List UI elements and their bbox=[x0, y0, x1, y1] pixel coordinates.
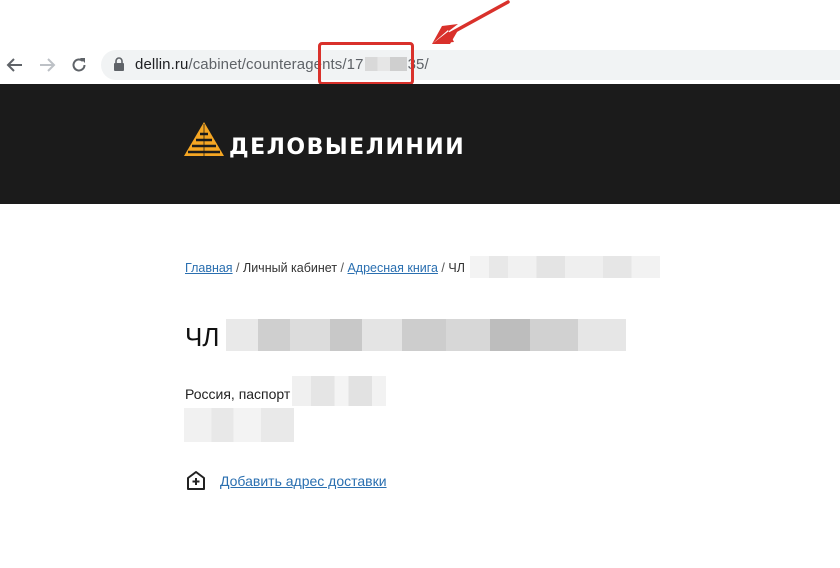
country-passport-text: Россия, паспорт bbox=[185, 386, 291, 402]
breadcrumb-current: ЧЛ bbox=[448, 261, 465, 275]
breadcrumb-separator: / bbox=[437, 261, 449, 275]
arrow-right-icon bbox=[40, 58, 56, 72]
page-title: ЧЛ bbox=[185, 322, 220, 352]
back-button[interactable] bbox=[4, 54, 26, 76]
breadcrumb-home-link[interactable]: Главная bbox=[185, 261, 233, 275]
breadcrumb-separator: / bbox=[232, 261, 243, 275]
arrow-left-icon bbox=[6, 58, 22, 72]
passport-redacted bbox=[292, 376, 386, 406]
passport-redacted-line2 bbox=[184, 408, 294, 442]
add-address-button[interactable]: Добавить адрес доставки bbox=[185, 470, 387, 492]
breadcrumb-addressbook-link[interactable]: Адресная книга bbox=[347, 261, 437, 275]
reload-icon bbox=[72, 58, 86, 72]
address-bar[interactable]: dellin.ru/cabinet/counteragents/17 35/ bbox=[101, 50, 840, 80]
breadcrumb-redacted bbox=[470, 256, 660, 278]
url-host: dellin.ru bbox=[135, 56, 189, 73]
title-redacted bbox=[226, 319, 626, 351]
add-location-icon bbox=[187, 471, 205, 490]
browser-toolbar: dellin.ru/cabinet/counteragents/17 35/ bbox=[0, 0, 840, 85]
breadcrumb-cabinet: Личный кабинет bbox=[243, 261, 338, 275]
annotation-arrow-icon bbox=[432, 0, 510, 44]
url-highlight-box bbox=[318, 42, 414, 85]
add-address-label[interactable]: Добавить адрес доставки bbox=[220, 473, 387, 489]
breadcrumb-separator: / bbox=[337, 261, 348, 275]
logo-mark-icon[interactable] bbox=[184, 122, 224, 158]
breadcrumb: Главная / Личный кабинет / Адресная книг… bbox=[185, 261, 465, 275]
forward-button[interactable] bbox=[36, 54, 58, 76]
reload-button[interactable] bbox=[68, 54, 90, 76]
lock-icon bbox=[114, 57, 124, 71]
logo-text[interactable]: ДЕЛОВЫЕЛИНИИ bbox=[229, 135, 465, 160]
